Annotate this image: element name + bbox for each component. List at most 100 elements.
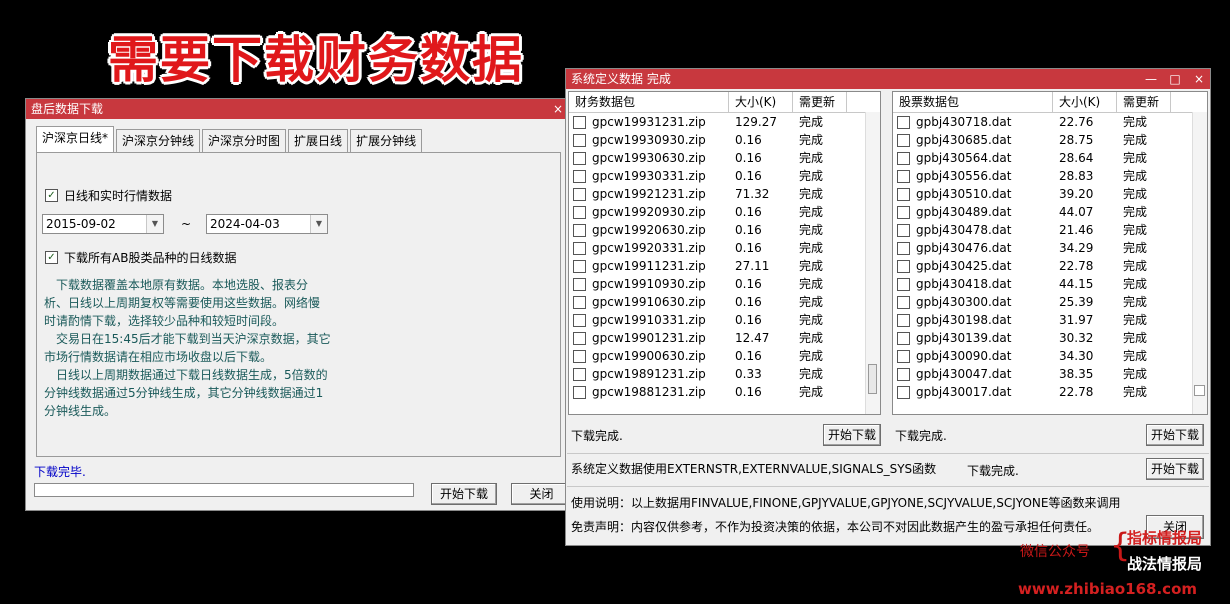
row-checkbox[interactable] (897, 115, 910, 129)
row-checkbox[interactable] (897, 313, 910, 327)
row-checkbox[interactable] (897, 295, 910, 309)
table-row[interactable]: gpcw19920930.zip 0.16 完成 (569, 203, 880, 221)
row-checkbox[interactable] (897, 259, 910, 273)
row-checkbox[interactable] (897, 349, 910, 363)
table-row[interactable]: gpcw19891231.zip 0.33 完成 (569, 365, 880, 383)
table-row[interactable]: gpcw19900630.zip 0.16 完成 (569, 347, 880, 365)
system-start-download-button[interactable]: 开始下载 (1146, 458, 1204, 480)
table-row[interactable]: gpbj430476.dat 34.29 完成 (893, 239, 1207, 257)
scrollbar[interactable] (865, 112, 880, 414)
table-row[interactable]: gpbj430510.dat 39.20 完成 (893, 185, 1207, 203)
row-checkbox[interactable] (573, 277, 586, 291)
tab-hsj-minute[interactable]: 沪深京分钟线 (116, 129, 201, 152)
table-row[interactable]: gpcw19930930.zip 0.16 完成 (569, 131, 880, 149)
table-row[interactable]: gpbj430090.dat 34.30 完成 (893, 347, 1207, 365)
tab-hsj-daily[interactable]: 沪深京日线* (36, 126, 115, 153)
table-row[interactable]: gpbj430047.dat 38.35 完成 (893, 365, 1207, 383)
start-download-button[interactable]: 开始下载 (431, 483, 497, 505)
table-row[interactable]: gpcw19931231.zip 129.27 完成 (569, 113, 880, 131)
column-header-update[interactable]: 需更新 (1117, 92, 1171, 112)
size-cell: 31.97 (1059, 313, 1094, 327)
row-checkbox[interactable] (573, 367, 586, 381)
row-checkbox[interactable] (573, 259, 586, 273)
table-row[interactable]: gpbj430556.dat 28.83 完成 (893, 167, 1207, 185)
table-row[interactable]: gpbj430300.dat 25.39 完成 (893, 293, 1207, 311)
column-header-package[interactable]: 股票数据包 (893, 92, 1053, 112)
close-icon[interactable]: × (1192, 69, 1206, 89)
close-icon[interactable]: × (551, 99, 565, 119)
row-checkbox[interactable] (573, 313, 586, 327)
table-row[interactable]: gpcw19910630.zip 0.16 完成 (569, 293, 880, 311)
row-checkbox[interactable] (573, 115, 586, 129)
financial-start-download-button[interactable]: 开始下载 (823, 424, 881, 446)
row-checkbox[interactable] (573, 205, 586, 219)
row-checkbox[interactable] (897, 223, 910, 237)
tab-hsj-timeshare[interactable]: 沪深京分时图 (202, 129, 287, 152)
disclaimer-note: 免责声明：内容仅供参考，不作为投资决策的依据，本公司不对因此数据产生的盈亏承担任… (571, 520, 1100, 534)
table-row[interactable]: gpcw19881231.zip 0.16 完成 (569, 383, 880, 401)
row-checkbox[interactable] (573, 331, 586, 345)
row-checkbox[interactable] (897, 241, 910, 255)
financial-download-status: 下载完成. (571, 429, 623, 443)
row-checkbox[interactable] (573, 151, 586, 165)
row-checkbox[interactable] (897, 151, 910, 165)
stock-package-list[interactable]: 股票数据包 大小(K) 需更新 gpbj430718.dat 22.76 完成 gpb… (892, 91, 1208, 415)
table-row[interactable]: gpbj430478.dat 21.46 完成 (893, 221, 1207, 239)
close-button[interactable]: 关闭 (511, 483, 571, 505)
row-checkbox[interactable] (897, 187, 910, 201)
ab-stock-checkbox[interactable]: ✓ 下载所有AB股类品种的日线数据 (45, 249, 236, 266)
table-row[interactable]: gpcw19930331.zip 0.16 完成 (569, 167, 880, 185)
table-row[interactable]: gpcw19921231.zip 71.32 完成 (569, 185, 880, 203)
row-checkbox[interactable] (573, 187, 586, 201)
package-name: gpbj430017.dat (916, 385, 1012, 399)
row-checkbox[interactable] (897, 277, 910, 291)
table-row[interactable]: gpcw19910331.zip 0.16 完成 (569, 311, 880, 329)
row-checkbox[interactable] (573, 241, 586, 255)
table-row[interactable]: gpcw19911231.zip 27.11 完成 (569, 257, 880, 275)
row-checkbox[interactable] (897, 205, 910, 219)
row-checkbox[interactable] (897, 169, 910, 183)
column-header-package[interactable]: 财务数据包 (569, 92, 729, 112)
row-checkbox[interactable] (897, 331, 910, 345)
row-checkbox[interactable] (573, 223, 586, 237)
column-header-size[interactable]: 大小(K) (1053, 92, 1117, 112)
scrollbar-thumb[interactable] (868, 364, 877, 394)
table-row[interactable]: gpbj430139.dat 30.32 完成 (893, 329, 1207, 347)
financial-package-list[interactable]: 财务数据包 大小(K) 需更新 gpcw19931231.zip 129.27 完成… (568, 91, 881, 415)
table-row[interactable]: gpbj430425.dat 22.78 完成 (893, 257, 1207, 275)
table-row[interactable]: gpcw19930630.zip 0.16 完成 (569, 149, 880, 167)
chevron-down-icon[interactable]: ▼ (310, 215, 327, 233)
daily-quote-checkbox[interactable]: ✓ 日线和实时行情数据 (45, 187, 172, 204)
table-row[interactable]: gpbj430418.dat 44.15 完成 (893, 275, 1207, 293)
stock-start-download-button[interactable]: 开始下载 (1146, 424, 1204, 446)
row-checkbox[interactable] (897, 385, 910, 399)
table-row[interactable]: gpcw19920331.zip 0.16 完成 (569, 239, 880, 257)
table-row[interactable]: gpbj430017.dat 22.78 完成 (893, 383, 1207, 401)
row-checkbox[interactable] (573, 295, 586, 309)
tab-ext-daily[interactable]: 扩展日线 (288, 129, 349, 152)
scrollbar[interactable] (1192, 112, 1207, 414)
table-row[interactable]: gpcw19901231.zip 12.47 完成 (569, 329, 880, 347)
table-row[interactable]: gpbj430489.dat 44.07 完成 (893, 203, 1207, 221)
tab-ext-minute[interactable]: 扩展分钟线 (350, 129, 423, 152)
table-row[interactable]: gpbj430718.dat 22.76 完成 (893, 113, 1207, 131)
table-row[interactable]: gpbj430685.dat 28.75 完成 (893, 131, 1207, 149)
column-header-update[interactable]: 需更新 (793, 92, 847, 112)
row-checkbox[interactable] (573, 385, 586, 399)
minimize-icon[interactable]: — (1144, 69, 1158, 89)
row-checkbox[interactable] (897, 133, 910, 147)
row-checkbox[interactable] (573, 169, 586, 183)
table-row[interactable]: gpcw19910930.zip 0.16 完成 (569, 275, 880, 293)
maximize-icon[interactable]: □ (1168, 69, 1182, 89)
table-row[interactable]: gpbj430564.dat 28.64 完成 (893, 149, 1207, 167)
table-row[interactable]: gpcw19920630.zip 0.16 完成 (569, 221, 880, 239)
row-checkbox[interactable] (573, 133, 586, 147)
package-cell: gpbj430425.dat (893, 257, 1053, 275)
table-row[interactable]: gpbj430198.dat 31.97 完成 (893, 311, 1207, 329)
column-header-size[interactable]: 大小(K) (729, 92, 793, 112)
end-date-select[interactable]: 2024-04-03 ▼ (206, 214, 328, 234)
chevron-down-icon[interactable]: ▼ (146, 215, 163, 233)
row-checkbox[interactable] (573, 349, 586, 363)
start-date-select[interactable]: 2015-09-02 ▼ (42, 214, 164, 234)
row-checkbox[interactable] (897, 367, 910, 381)
